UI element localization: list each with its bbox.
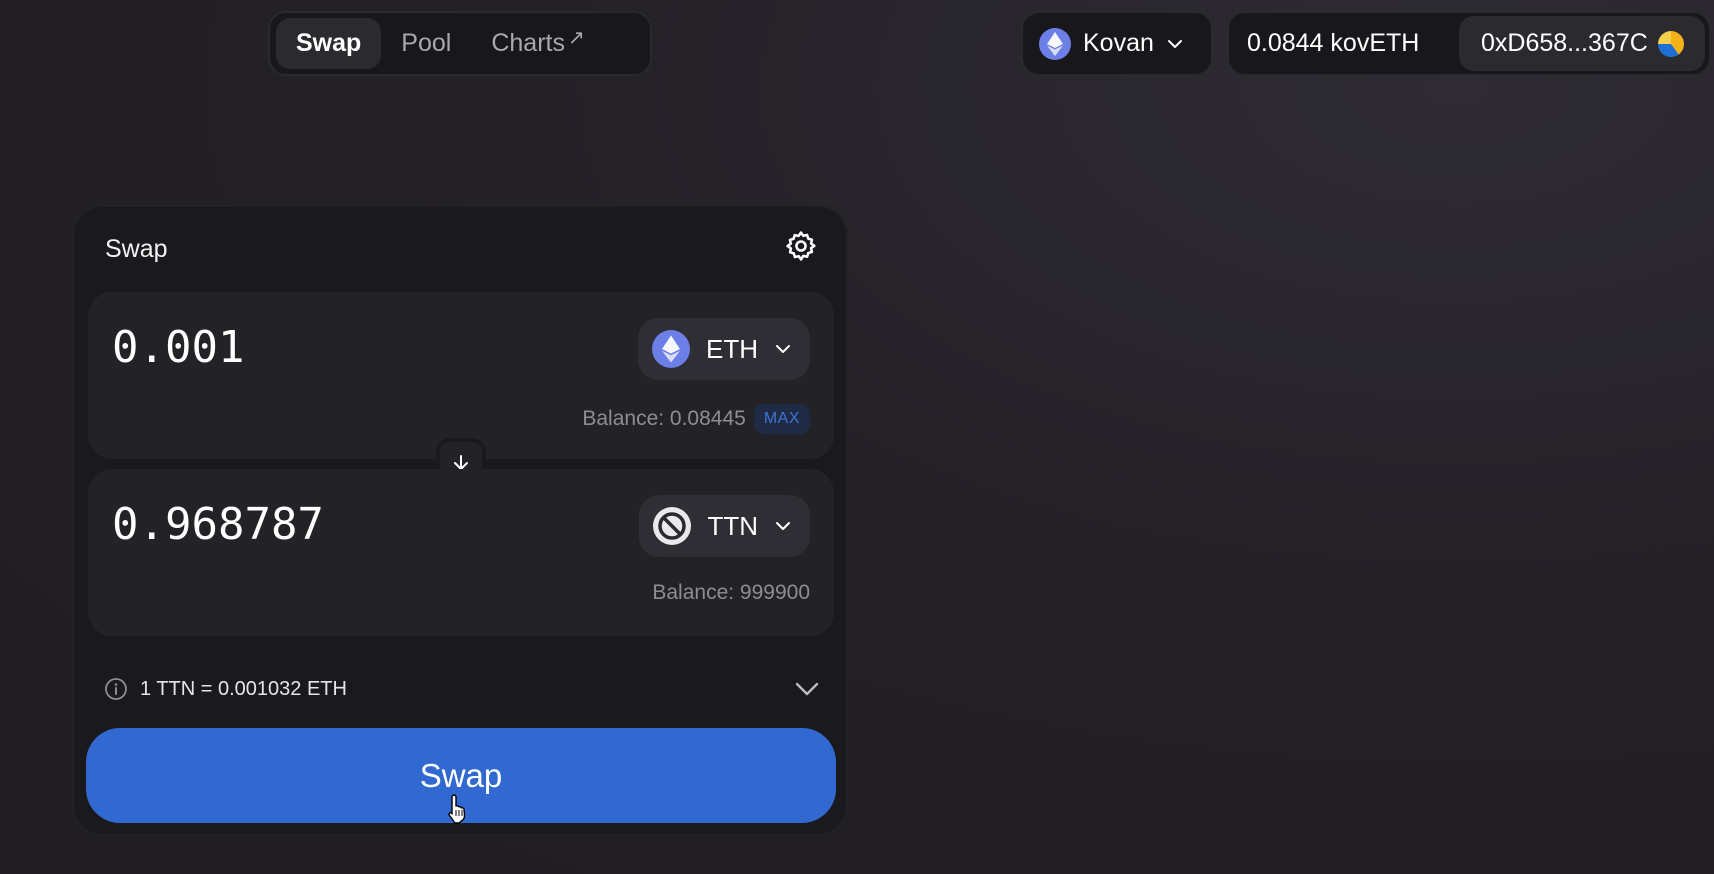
- gear-icon[interactable]: [784, 229, 818, 263]
- exchange-rate-row[interactable]: 1 TTN = 0.001032 ETH: [104, 669, 820, 709]
- hand-pointer-icon: [448, 794, 466, 824]
- chevron-down-icon: [776, 522, 790, 530]
- info-icon: [105, 678, 127, 700]
- swap-card-title: Swap: [105, 235, 168, 263]
- jazzicon-avatar-icon: [1657, 30, 1684, 57]
- to-balance-row: Balance: 999900: [652, 581, 810, 605]
- app-root: Swap Pool Charts ↗ Kovan 0.0844 kovETH 0…: [0, 0, 1714, 874]
- ethereum-icon: [1039, 27, 1071, 60]
- swap-button-label: Swap: [419, 756, 503, 794]
- max-button[interactable]: MAX: [753, 404, 810, 434]
- exchange-rate: 1 TTN = 0.001032 ETH: [140, 677, 347, 700]
- account-button[interactable]: 0xD658...367C: [1459, 16, 1705, 71]
- account-pill: 0.0844 kovETH 0xD658...367C: [1227, 11, 1711, 76]
- from-token-selector[interactable]: ETH: [638, 318, 810, 380]
- chevron-down-icon: [776, 345, 790, 353]
- from-balance: Balance: 0.08445: [582, 407, 746, 430]
- to-token-panel: TTN Balance: 999900: [88, 469, 834, 636]
- from-token-panel: ETH Balance: 0.08445 MAX: [88, 292, 834, 459]
- network-selector[interactable]: Kovan: [1021, 11, 1213, 76]
- tab-swap-label: Swap: [296, 29, 362, 57]
- tab-pool-label: Pool: [401, 29, 452, 57]
- ethereum-icon: [652, 330, 690, 368]
- tab-pool[interactable]: Pool: [381, 18, 471, 69]
- chevron-down-icon[interactable]: [794, 678, 820, 700]
- main-nav: Swap Pool Charts ↗: [268, 11, 652, 76]
- tab-charts-label: Charts: [491, 29, 565, 57]
- to-token-label: TTN: [707, 510, 758, 541]
- from-amount-input[interactable]: [112, 322, 532, 373]
- chevron-down-icon: [1167, 39, 1182, 48]
- from-token-label: ETH: [706, 333, 758, 364]
- network-label: Kovan: [1083, 29, 1154, 57]
- to-balance: Balance: 999900: [652, 581, 810, 604]
- to-amount-input[interactable]: [112, 499, 532, 550]
- tab-swap[interactable]: Swap: [276, 18, 382, 69]
- to-token-selector[interactable]: TTN: [639, 495, 810, 557]
- tab-charts[interactable]: Charts ↗: [471, 18, 604, 69]
- wallet-address: 0xD658...367C: [1481, 29, 1648, 57]
- swap-card: Swap ETH Balance: 0.08445: [72, 205, 848, 836]
- wallet-balance: 0.0844 kovETH: [1247, 29, 1420, 57]
- external-link-icon: ↗: [567, 27, 585, 49]
- from-balance-row: Balance: 0.08445 MAX: [582, 404, 810, 434]
- unknown-token-icon: [653, 507, 692, 545]
